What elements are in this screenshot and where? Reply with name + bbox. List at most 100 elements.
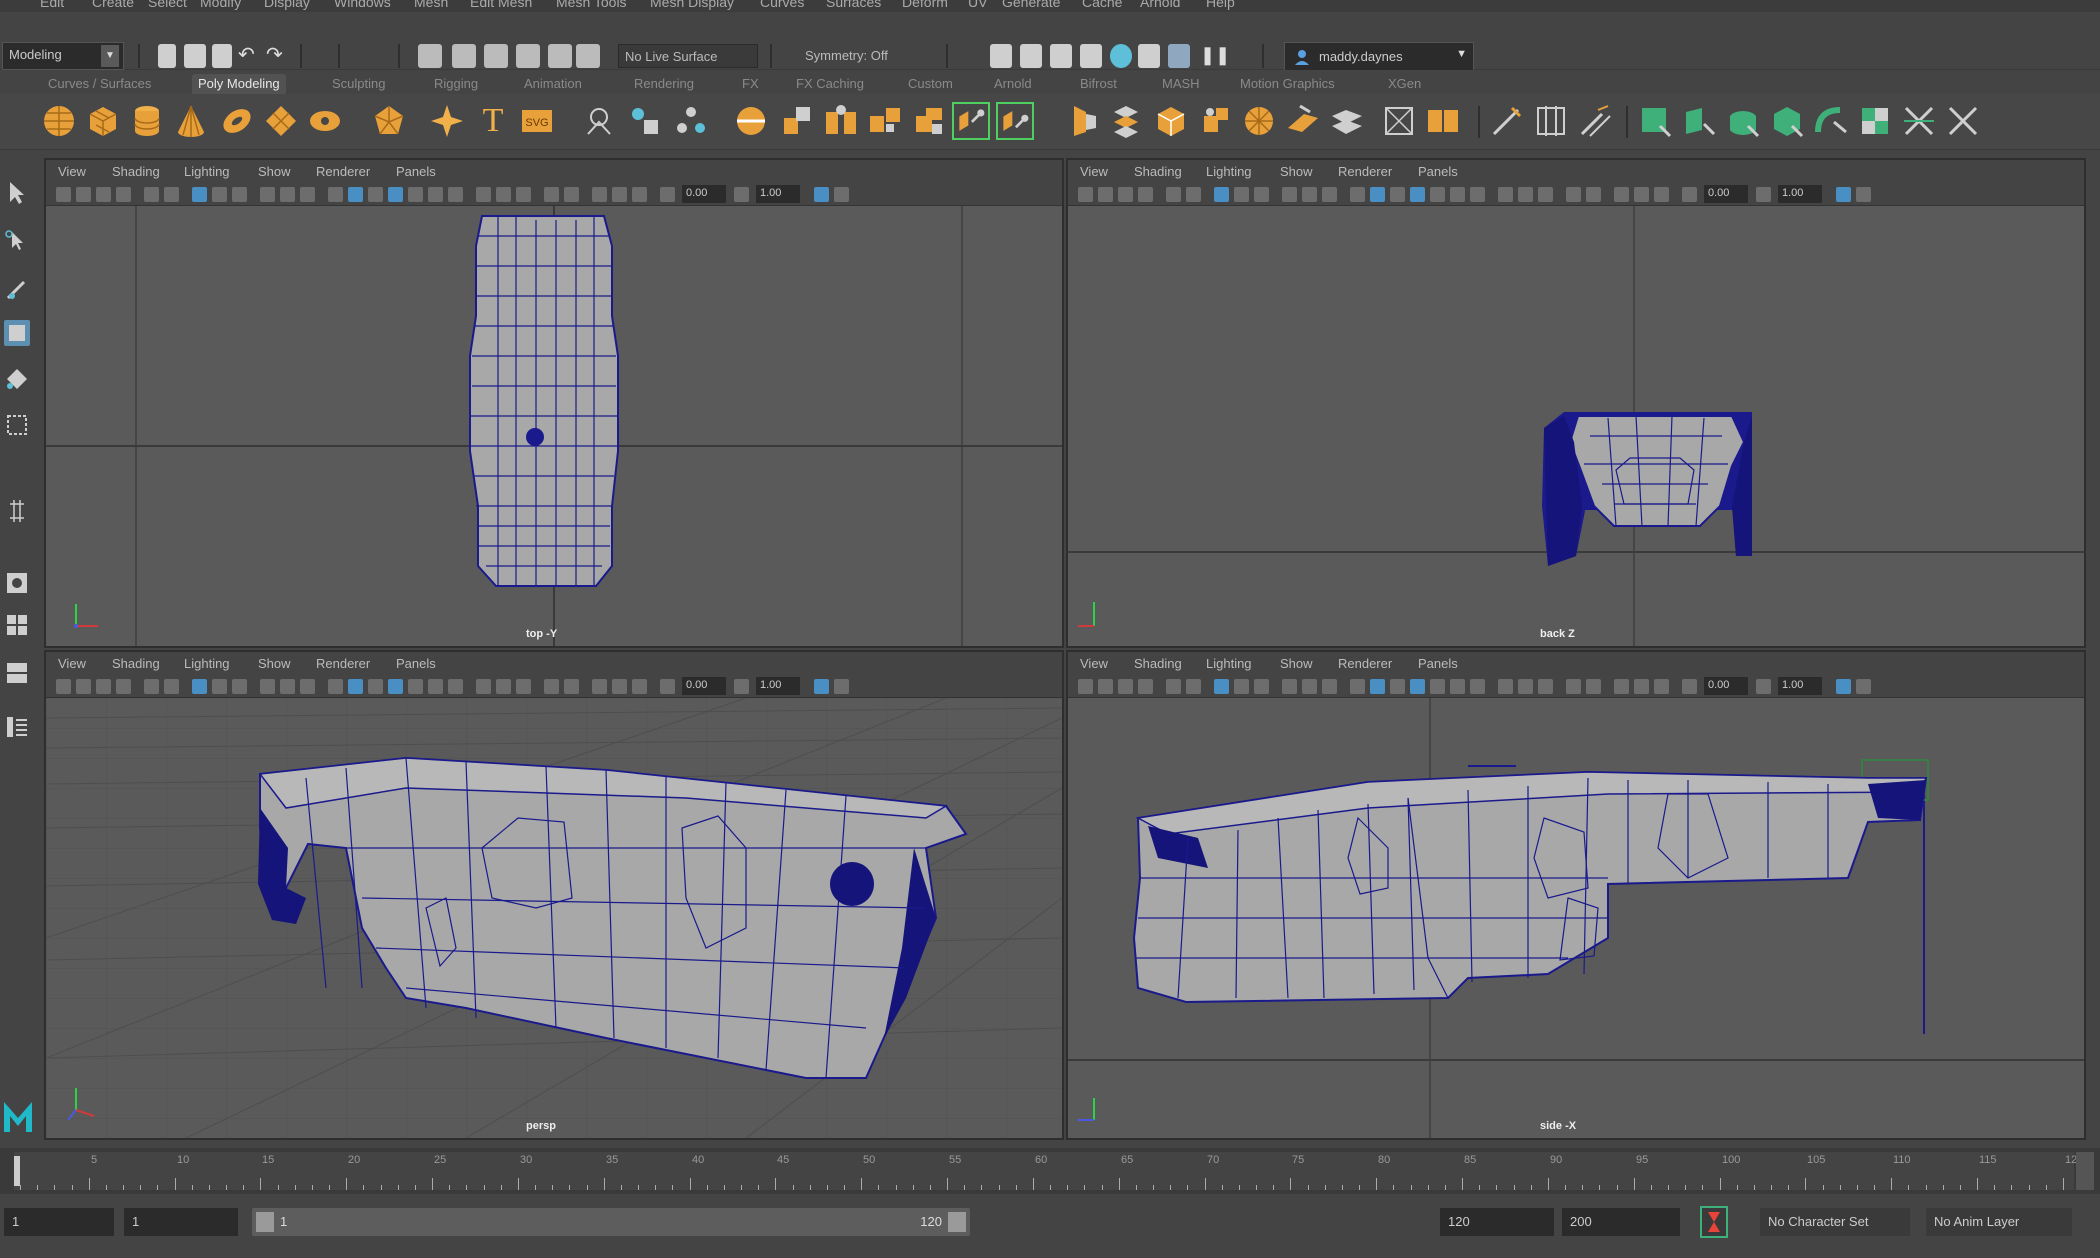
resolution-gate-icon[interactable] <box>212 187 227 202</box>
menu-view[interactable]: View <box>1080 656 1108 671</box>
menu-lighting[interactable]: Lighting <box>184 164 230 179</box>
viewport-top[interactable]: View Shading Lighting Show Renderer Pane… <box>44 158 1064 648</box>
redo-icon[interactable]: ↷ <box>266 44 288 68</box>
tab-sculpting[interactable]: Sculpting <box>326 74 391 94</box>
default-material-icon[interactable] <box>368 187 383 202</box>
viewport-side[interactable]: View Shading Lighting Show Renderer Pane… <box>1066 650 2086 1140</box>
safe-action-icon[interactable] <box>280 187 295 202</box>
exposure-icon[interactable] <box>1682 187 1697 202</box>
textured-icon[interactable] <box>408 679 423 694</box>
sew-uv-icon[interactable] <box>1944 102 1982 140</box>
menu-arnold[interactable]: Arnold <box>1140 0 1180 10</box>
paint-select-tool-icon[interactable] <box>4 276 30 302</box>
menu-mesh-tools[interactable]: Mesh Tools <box>556 0 627 10</box>
wedge-icon[interactable] <box>1152 102 1190 140</box>
exposure-icon[interactable] <box>660 187 675 202</box>
auto-key-button[interactable] <box>1700 1206 1728 1238</box>
xray-active-icon[interactable] <box>1634 187 1649 202</box>
gamma-field[interactable]: 1.00 <box>756 677 800 695</box>
move-tool-icon[interactable] <box>4 320 30 346</box>
safe-action-icon[interactable] <box>1302 679 1317 694</box>
menu-generate[interactable]: Generate <box>1002 0 1060 10</box>
isolate-select-icon[interactable] <box>1586 679 1601 694</box>
boolean-icon[interactable] <box>822 102 860 140</box>
safe-action-icon[interactable] <box>1302 187 1317 202</box>
time-slider-track[interactable]: 5 10 15 20 25 30 35 40 45 50 55 60 65 70 75 80 85 90 95 100… <box>14 1152 2083 1190</box>
use-all-lights-icon[interactable] <box>1450 187 1465 202</box>
render-settings-icon[interactable] <box>1050 44 1072 68</box>
poly-torus-icon[interactable] <box>218 102 256 140</box>
menu-show[interactable]: Show <box>1280 656 1313 671</box>
menu-cache[interactable]: Cache <box>1082 0 1122 10</box>
menu-shading[interactable]: Shading <box>112 164 160 179</box>
menu-deform[interactable]: Deform <box>902 0 948 10</box>
unfold-icon[interactable] <box>1812 102 1850 140</box>
safe-title-icon[interactable] <box>1322 679 1337 694</box>
menu-shading[interactable]: Shading <box>1134 164 1182 179</box>
chamfer-icon[interactable] <box>1284 102 1322 140</box>
smooth-shade-icon[interactable] <box>1370 187 1385 202</box>
separate-icon[interactable] <box>672 102 710 140</box>
image-plane-icon[interactable] <box>1118 679 1133 694</box>
range-slider[interactable]: 1 120 <box>252 1208 970 1236</box>
field-chart-icon[interactable] <box>260 679 275 694</box>
menu-panels[interactable]: Panels <box>396 656 436 671</box>
wireframe-icon[interactable] <box>328 187 343 202</box>
gamma-icon[interactable] <box>1756 679 1771 694</box>
tab-xgen[interactable]: XGen <box>1382 74 1427 94</box>
smooth-icon[interactable] <box>732 102 770 140</box>
extrude-icon[interactable] <box>996 102 1034 140</box>
menu-mesh-display[interactable]: Mesh Display <box>650 0 734 10</box>
gamma-field[interactable]: 1.00 <box>756 185 800 203</box>
shadows-icon[interactable] <box>448 679 463 694</box>
anti-aliasing-icon[interactable] <box>1538 679 1553 694</box>
anti-aliasing-icon[interactable] <box>1538 187 1553 202</box>
time-slider-end-handle[interactable] <box>2076 1152 2094 1190</box>
textured-icon[interactable] <box>1430 187 1445 202</box>
image-plane-icon[interactable] <box>1118 187 1133 202</box>
viewport-persp[interactable]: View Shading Lighting Show Renderer Pane… <box>44 650 1064 1140</box>
gate-mask-icon[interactable] <box>1254 679 1269 694</box>
default-material-icon[interactable] <box>368 679 383 694</box>
viewport-back[interactable]: View Shading Lighting Show Renderer Pane… <box>1066 158 2086 648</box>
scale-tool-icon[interactable] <box>4 412 30 438</box>
safe-action-icon[interactable] <box>280 679 295 694</box>
poly-sphere-icon[interactable] <box>40 102 78 140</box>
film-gate-icon[interactable] <box>1214 679 1229 694</box>
menu-renderer[interactable]: Renderer <box>1338 656 1392 671</box>
menu-lighting[interactable]: Lighting <box>184 656 230 671</box>
menu-help[interactable]: Help <box>1206 0 1235 10</box>
super-shape-icon[interactable] <box>428 102 466 140</box>
anti-aliasing-icon[interactable] <box>516 679 531 694</box>
viewport-canvas[interactable]: persp <box>46 697 1062 1138</box>
menu-modify[interactable]: Modify <box>200 0 241 10</box>
resolution-gate-icon[interactable] <box>1234 187 1249 202</box>
grease-pencil-icon[interactable] <box>144 187 159 202</box>
xray-active-icon[interactable] <box>1634 679 1649 694</box>
grease-pencil-icon[interactable] <box>144 679 159 694</box>
menu-panels[interactable]: Panels <box>396 164 436 179</box>
menu-set-dropdown[interactable]: Modeling ▼ <box>2 42 124 70</box>
new-scene-icon[interactable] <box>158 44 176 68</box>
2d-pan-zoom-icon[interactable] <box>1138 187 1153 202</box>
isolate-select-icon[interactable] <box>1586 187 1601 202</box>
fill-hole-icon[interactable] <box>910 102 948 140</box>
mesh-back-view[interactable] <box>1542 412 1752 566</box>
subdivide-icon[interactable] <box>1380 102 1418 140</box>
smooth-shade-icon[interactable] <box>348 187 363 202</box>
gate-mask-icon[interactable] <box>232 187 247 202</box>
combine-icon[interactable] <box>626 102 664 140</box>
image-plane-icon[interactable] <box>96 187 111 202</box>
menu-panels[interactable]: Panels <box>1418 164 1458 179</box>
insert-edge-loop-icon[interactable] <box>1532 102 1570 140</box>
tab-rendering[interactable]: Rendering <box>628 74 700 94</box>
anti-aliasing-icon[interactable] <box>516 187 531 202</box>
xray-joints-icon[interactable] <box>632 679 647 694</box>
image-plane-icon[interactable] <box>96 679 111 694</box>
2d-pan-zoom-icon[interactable] <box>1138 679 1153 694</box>
motion-blur-icon[interactable] <box>496 187 511 202</box>
tab-animation[interactable]: Animation <box>518 74 588 94</box>
menu-lighting[interactable]: Lighting <box>1206 164 1252 179</box>
lasso-tool-icon[interactable] <box>4 228 30 254</box>
smooth-shade-icon[interactable] <box>1370 679 1385 694</box>
